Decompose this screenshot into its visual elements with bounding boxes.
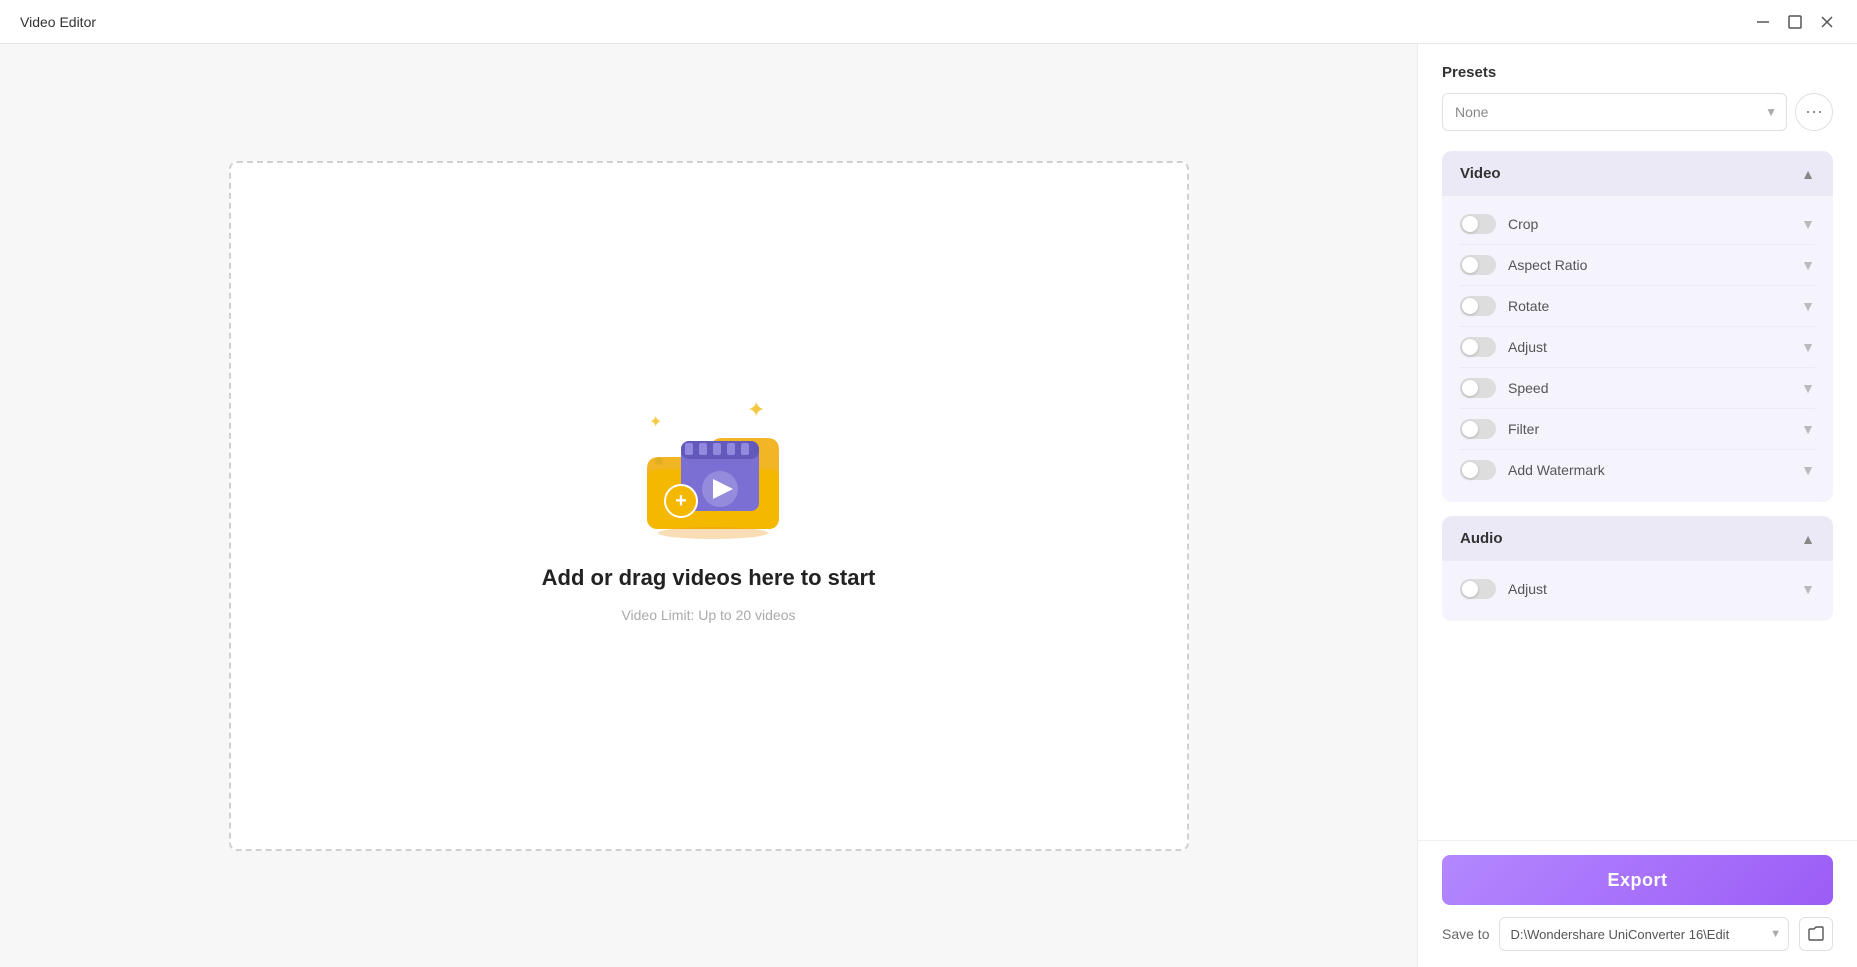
audio-section-body: Adjust ▼ xyxy=(1442,561,1833,621)
drop-zone-subtitle: Video Limit: Up to 20 videos xyxy=(621,607,795,623)
rotate-row: Rotate ▼ xyxy=(1460,286,1815,327)
video-section-label: Video xyxy=(1460,165,1801,182)
adjust-row: Adjust ▼ xyxy=(1460,327,1815,368)
presets-label: Presets xyxy=(1442,64,1833,81)
speed-row: Speed ▼ xyxy=(1460,368,1815,409)
drop-zone[interactable]: ✦ ✦ xyxy=(229,161,1189,851)
crop-row: Crop ▼ xyxy=(1460,204,1815,245)
watermark-label: Add Watermark xyxy=(1508,462,1801,478)
app-window: Video Editor xyxy=(0,0,1857,967)
aspect-ratio-row: Aspect Ratio ▼ xyxy=(1460,245,1815,286)
app-title: Video Editor xyxy=(20,14,96,30)
svg-text:+: + xyxy=(675,490,687,512)
svg-text:✦: ✦ xyxy=(747,397,765,422)
speed-toggle[interactable] xyxy=(1460,378,1496,398)
audio-adjust-chevron-icon: ▼ xyxy=(1801,581,1815,597)
crop-chevron-icon: ▼ xyxy=(1801,216,1815,232)
presets-row: None ▼ ⋯ xyxy=(1442,93,1833,131)
crop-label: Crop xyxy=(1508,216,1801,232)
aspect-ratio-chevron-icon: ▼ xyxy=(1801,257,1815,273)
crop-toggle[interactable] xyxy=(1460,214,1496,234)
audio-section-label: Audio xyxy=(1460,530,1801,547)
presets-more-button[interactable]: ⋯ xyxy=(1795,93,1833,131)
audio-section-card: Audio ▲ Adjust ▼ xyxy=(1442,516,1833,621)
panel-scroll[interactable]: Presets None ▼ ⋯ Video ▲ xyxy=(1418,44,1857,840)
filter-toggle[interactable] xyxy=(1460,419,1496,439)
right-panel: Presets None ▼ ⋯ Video ▲ xyxy=(1417,44,1857,967)
filter-label: Filter xyxy=(1508,421,1801,437)
watermark-toggle[interactable] xyxy=(1460,460,1496,480)
adjust-toggle[interactable] xyxy=(1460,337,1496,357)
save-to-label: Save to xyxy=(1442,926,1489,942)
video-section-card: Video ▲ Crop ▼ Aspect Ratio ▼ xyxy=(1442,151,1833,502)
video-section-collapse-icon[interactable]: ▲ xyxy=(1801,166,1815,182)
watermark-chevron-icon: ▼ xyxy=(1801,462,1815,478)
rotate-toggle[interactable] xyxy=(1460,296,1496,316)
presets-select[interactable]: None xyxy=(1442,93,1787,131)
presets-select-wrapper: None ▼ xyxy=(1442,93,1787,131)
speed-chevron-icon: ▼ xyxy=(1801,380,1815,396)
aspect-ratio-toggle[interactable] xyxy=(1460,255,1496,275)
audio-adjust-label: Adjust xyxy=(1508,581,1801,597)
filter-chevron-icon: ▼ xyxy=(1801,421,1815,437)
adjust-chevron-icon: ▼ xyxy=(1801,339,1815,355)
close-button[interactable] xyxy=(1817,12,1837,32)
audio-adjust-toggle[interactable] xyxy=(1460,579,1496,599)
maximize-button[interactable] xyxy=(1785,12,1805,32)
export-button[interactable]: Export xyxy=(1442,855,1833,905)
aspect-ratio-label: Aspect Ratio xyxy=(1508,257,1801,273)
audio-section-header[interactable]: Audio ▲ xyxy=(1442,516,1833,561)
rotate-chevron-icon: ▼ xyxy=(1801,298,1815,314)
watermark-row: Add Watermark ▼ xyxy=(1460,450,1815,490)
video-section-body: Crop ▼ Aspect Ratio ▼ Rotate ▼ xyxy=(1442,196,1833,502)
drop-zone-icon: ✦ ✦ xyxy=(629,389,789,549)
save-to-path-select[interactable]: D:\Wondershare UniConverter 16\Edit xyxy=(1499,917,1789,951)
svg-text:✦: ✦ xyxy=(649,414,662,431)
title-bar: Video Editor xyxy=(0,0,1857,44)
video-section-header[interactable]: Video ▲ xyxy=(1442,151,1833,196)
minimize-button[interactable] xyxy=(1753,12,1773,32)
rotate-label: Rotate xyxy=(1508,298,1801,314)
drop-zone-title: Add or drag videos here to start xyxy=(542,565,876,591)
audio-section-collapse-icon[interactable]: ▲ xyxy=(1801,531,1815,547)
adjust-label: Adjust xyxy=(1508,339,1801,355)
speed-label: Speed xyxy=(1508,380,1801,396)
window-controls xyxy=(1753,12,1837,32)
save-to-row: Save to D:\Wondershare UniConverter 16\E… xyxy=(1442,917,1833,951)
filter-row: Filter ▼ xyxy=(1460,409,1815,450)
audio-adjust-row: Adjust ▼ xyxy=(1460,569,1815,609)
folder-browse-button[interactable] xyxy=(1799,917,1833,951)
main-content: ✦ ✦ xyxy=(0,44,1857,967)
video-area: ✦ ✦ xyxy=(0,44,1417,967)
panel-footer: Export Save to D:\Wondershare UniConvert… xyxy=(1418,840,1857,967)
save-to-path-wrapper: D:\Wondershare UniConverter 16\Edit ▼ xyxy=(1499,917,1789,951)
